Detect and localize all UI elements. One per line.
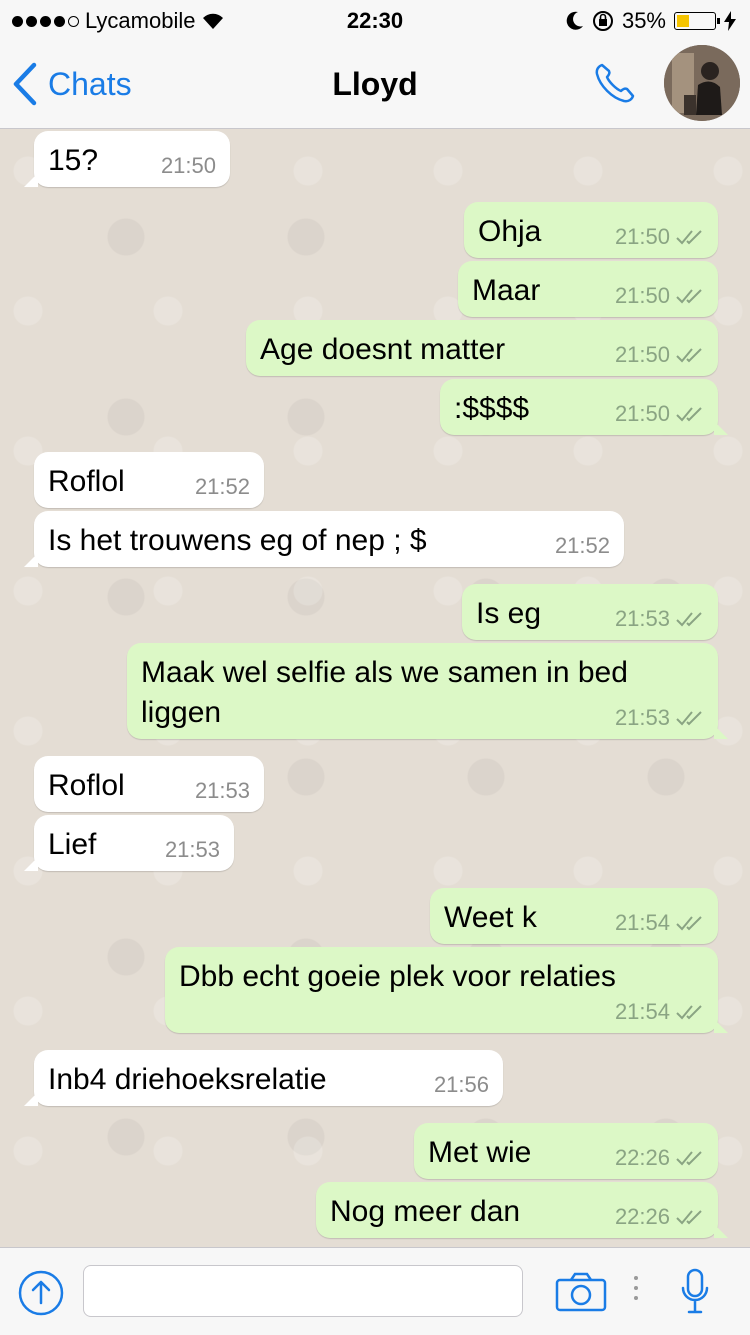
double-check-icon	[676, 289, 702, 304]
battery-percent: 35%	[621, 8, 666, 33]
double-check-icon	[676, 612, 702, 627]
status-bar: Lycamobile 22:30 35%	[0, 0, 750, 40]
message-text: Dbb echt goeie plek voor relaties	[179, 960, 616, 993]
message-time: 21:54	[614, 999, 670, 1024]
phone-icon[interactable]	[592, 60, 638, 106]
incoming-message[interactable]: Inb4 driehoeksrelatie 21:56	[24, 1050, 503, 1106]
message-time: 21:56	[433, 1072, 489, 1097]
charging-bolt-icon	[724, 11, 736, 31]
status-right: 35%	[566, 8, 736, 34]
message-list[interactable]: 15? 21:50 Ohja 21:50 Maar 21:50 Age does…	[0, 129, 750, 1247]
outgoing-message[interactable]: Nog meer dan 22:26	[316, 1182, 728, 1238]
double-check-icon	[676, 407, 702, 422]
message-time: 21:53	[614, 606, 670, 631]
message-time: 22:26	[614, 1204, 670, 1229]
battery-fill	[677, 15, 689, 27]
double-check-icon	[676, 1151, 702, 1166]
outgoing-message[interactable]: Met wie 22:26	[414, 1123, 718, 1179]
orientation-lock-icon	[592, 11, 613, 31]
outgoing-message[interactable]: Ohja 21:50	[464, 202, 718, 258]
outgoing-message[interactable]: Age doesnt matter 21:50	[246, 320, 718, 376]
microphone-icon[interactable]	[680, 1268, 710, 1316]
outgoing-message[interactable]: Is eg 21:53	[462, 584, 718, 640]
outgoing-message[interactable]: :$$$$ 21:50	[440, 379, 728, 435]
incoming-message[interactable]: 15? 21:50	[24, 131, 230, 187]
message-text: Inb4 driehoeksrelatie	[48, 1063, 327, 1096]
message-time: 21:53	[194, 778, 250, 803]
message-time: 21:54	[614, 910, 670, 935]
camera-icon[interactable]	[555, 1272, 607, 1312]
message-time: 21:53	[614, 705, 670, 730]
message-time: 21:52	[554, 533, 610, 558]
incoming-message[interactable]: Roflol 21:52	[34, 452, 264, 508]
message-time: 21:50	[160, 153, 216, 178]
composer-bar	[0, 1247, 750, 1335]
battery-icon	[674, 12, 720, 30]
outgoing-message[interactable]: Dbb echt goeie plek voor relaties 21:54	[165, 947, 728, 1033]
message-time: 21:52	[194, 474, 250, 499]
message-time: 22:26	[614, 1145, 670, 1170]
message-time: 21:50	[614, 401, 670, 426]
incoming-message[interactable]: Is het trouwens eg of nep ; $ 21:52	[24, 511, 624, 567]
chat-header: Chats Lloyd	[0, 40, 750, 129]
incoming-message[interactable]: Roflol 21:53	[34, 756, 264, 812]
double-check-icon	[676, 1210, 702, 1225]
double-check-icon	[676, 348, 702, 363]
incoming-message[interactable]: Lief 21:53	[24, 815, 234, 871]
contact-avatar[interactable]	[664, 45, 740, 121]
outgoing-message[interactable]: Weet k 21:54	[430, 888, 718, 944]
message-time: 21:50	[614, 342, 670, 367]
message-time: 21:50	[614, 224, 670, 249]
share-upload-icon[interactable]	[18, 1270, 64, 1316]
message-time: 21:50	[614, 283, 670, 308]
message-time: 21:53	[164, 837, 220, 862]
outgoing-message[interactable]: Maak wel selfie als we samen in bed ligg…	[127, 643, 728, 739]
more-options-icon	[634, 1276, 638, 1300]
message-input[interactable]	[83, 1265, 523, 1317]
outgoing-message[interactable]: Maar 21:50	[458, 261, 718, 317]
message-text: Maak wel selfie als we samen in bed ligg…	[141, 656, 628, 729]
moon-icon	[566, 11, 583, 30]
double-check-icon	[676, 230, 702, 245]
message-text: Is het trouwens eg of nep ; $	[48, 524, 427, 557]
double-check-icon	[676, 916, 702, 931]
double-check-icon	[676, 1005, 702, 1020]
double-check-icon	[676, 711, 702, 726]
